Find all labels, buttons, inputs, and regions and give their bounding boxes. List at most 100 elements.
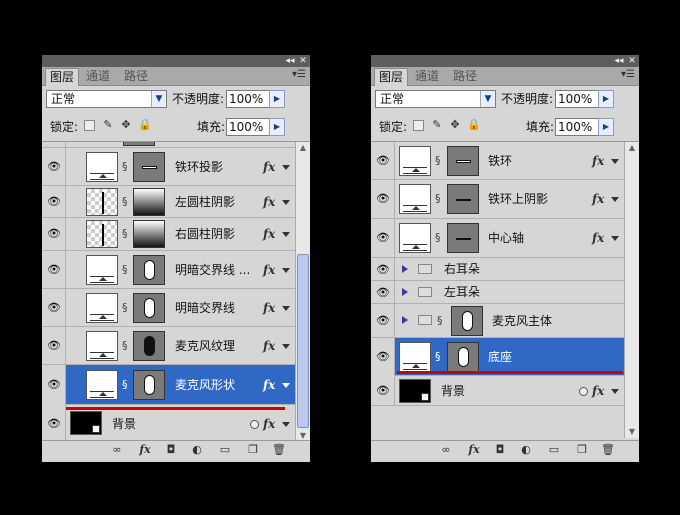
layer-name[interactable]: 麦克风纹理 — [175, 339, 235, 353]
chevron-down-icon[interactable] — [282, 306, 290, 311]
tab-layers[interactable]: 图层 — [45, 68, 80, 86]
layer-row-selected[interactable]: 👁 § 麦克风形状 fx — [42, 365, 295, 405]
layer-row[interactable]: 👁 § 右圆柱阴影 fx — [42, 218, 295, 251]
layer-row[interactable]: 👁 § 铁环上阴影 fx — [371, 180, 624, 219]
eye-icon[interactable]: 👁 — [47, 228, 61, 239]
layer-row[interactable]: 👁 § 麦克风纹理 fx — [42, 327, 295, 365]
opacity-slider-button[interactable]: ▶ — [269, 90, 285, 108]
fill-input[interactable]: 100% — [555, 118, 599, 136]
fx-icon[interactable]: fx — [592, 232, 604, 244]
fx-icon[interactable]: fx — [263, 302, 275, 314]
new-layer-icon[interactable]: ❐ — [246, 444, 260, 456]
fill-slider-button[interactable]: ▶ — [269, 118, 285, 136]
opacity-input[interactable]: 100% — [226, 90, 270, 108]
group-row[interactable]: 👁 § 麦克风主体 — [371, 304, 624, 338]
collapse-icon[interactable]: ◂◂ — [613, 55, 625, 67]
chevron-down-icon[interactable] — [282, 422, 290, 427]
fx-icon[interactable]: fx — [263, 161, 275, 173]
lock-brush-icon[interactable]: ✎ — [102, 119, 114, 131]
group-row[interactable]: 👁 左耳朵 — [371, 281, 624, 304]
eye-icon[interactable]: 👁 — [376, 264, 390, 275]
layer-name[interactable]: 背景 — [112, 417, 136, 431]
scroll-down-icon[interactable]: ▼ — [626, 427, 638, 437]
eye-icon[interactable]: 👁 — [47, 418, 61, 429]
tab-channels[interactable]: 通道 — [82, 68, 114, 85]
layer-name[interactable]: 明暗交界线 — [175, 301, 235, 315]
layer-row[interactable]: 👁 § 铁环 fx — [371, 142, 624, 180]
fx-icon[interactable]: fx — [263, 196, 275, 208]
layer-row-background[interactable]: 👁 背景 fx — [371, 376, 624, 406]
layer-name[interactable]: 铁环投影 — [175, 160, 223, 174]
close-icon[interactable]: ✕ — [297, 55, 309, 67]
layer-name[interactable]: 麦克风主体 — [492, 314, 552, 328]
scroll-up-icon[interactable]: ▲ — [626, 143, 638, 153]
eye-icon[interactable]: 👁 — [376, 351, 390, 362]
layer-name[interactable]: 左耳朵 — [444, 285, 480, 299]
eye-icon[interactable]: 👁 — [376, 232, 390, 243]
fx-icon[interactable]: fx — [592, 193, 604, 205]
blend-mode-select[interactable]: 正常 ▼ — [375, 90, 496, 108]
layer-name[interactable]: 底座 — [488, 350, 512, 364]
layer-name[interactable]: 铁环上阴影 — [488, 192, 548, 206]
layer-name[interactable]: 铁环 — [488, 154, 512, 168]
scroll-up-icon[interactable]: ▲ — [297, 143, 309, 153]
chevron-down-icon[interactable]: ▼ — [480, 91, 495, 107]
chevron-down-icon[interactable] — [282, 232, 290, 237]
chevron-down-icon[interactable] — [282, 383, 290, 388]
layer-row[interactable]: 👁 § 左圆柱阴影 fx — [42, 186, 295, 218]
tab-channels[interactable]: 通道 — [411, 68, 443, 85]
scrollbar-thumb[interactable] — [297, 254, 309, 428]
chevron-down-icon[interactable] — [282, 268, 290, 273]
eye-icon[interactable]: 👁 — [376, 385, 390, 396]
chevron-down-icon[interactable] — [282, 165, 290, 170]
eye-icon[interactable]: 👁 — [47, 264, 61, 275]
add-style-icon[interactable]: fx — [137, 444, 153, 456]
lock-move-icon[interactable]: ✥ — [120, 119, 132, 131]
lock-transparent-icon[interactable] — [84, 120, 95, 131]
tab-paths[interactable]: 路径 — [120, 68, 152, 85]
chevron-down-icon[interactable] — [282, 200, 290, 205]
new-layer-icon[interactable]: ❐ — [575, 444, 589, 456]
layers-scrollbar[interactable]: ▲ ▼ — [295, 142, 310, 442]
layers-scrollbar[interactable]: ▲ ▼ — [624, 142, 639, 438]
fx-icon[interactable]: fx — [592, 385, 604, 397]
fx-icon[interactable]: fx — [263, 228, 275, 240]
lock-brush-icon[interactable]: ✎ — [431, 119, 443, 131]
new-group-icon[interactable]: ▭ — [547, 444, 561, 456]
chevron-down-icon[interactable] — [611, 236, 619, 241]
adjustment-layer-icon[interactable]: ◐ — [190, 444, 204, 456]
lock-transparent-icon[interactable] — [413, 120, 424, 131]
close-icon[interactable]: ✕ — [626, 55, 638, 67]
expand-arrow-icon[interactable] — [402, 265, 408, 273]
fx-icon[interactable]: fx — [592, 155, 604, 167]
fx-icon[interactable]: fx — [263, 379, 275, 391]
trash-icon[interactable]: 🗑 — [272, 444, 286, 456]
layer-name[interactable]: 背景 — [441, 384, 465, 398]
tab-layers[interactable]: 图层 — [374, 68, 409, 86]
eye-icon[interactable]: 👁 — [47, 196, 61, 207]
chevron-down-icon[interactable] — [282, 344, 290, 349]
group-row[interactable]: 👁 右耳朵 — [371, 258, 624, 281]
layer-name[interactable]: 右耳朵 — [444, 262, 480, 276]
chevron-down-icon[interactable]: ▼ — [151, 91, 166, 107]
eye-icon[interactable]: 👁 — [47, 340, 61, 351]
lock-move-icon[interactable]: ✥ — [449, 119, 461, 131]
opacity-slider-button[interactable]: ▶ — [598, 90, 614, 108]
eye-icon[interactable]: 👁 — [376, 193, 390, 204]
opacity-input[interactable]: 100% — [555, 90, 599, 108]
panel-menu-icon[interactable]: ▾☰ — [292, 69, 306, 80]
chevron-down-icon[interactable] — [611, 197, 619, 202]
layer-name[interactable]: 麦克风形状 — [175, 378, 235, 392]
link-layers-icon[interactable]: ∞ — [108, 444, 126, 456]
eye-icon[interactable]: 👁 — [47, 161, 61, 172]
layer-row[interactable]: 👁 § 明暗交界线 fx — [42, 289, 295, 327]
add-mask-icon[interactable]: ◘ — [493, 444, 507, 456]
add-style-icon[interactable]: fx — [466, 444, 482, 456]
layer-name[interactable]: 左圆柱阴影 — [175, 195, 235, 209]
chevron-down-icon[interactable] — [611, 389, 619, 394]
layer-name[interactable]: 右圆柱阴影 — [175, 227, 235, 241]
expand-arrow-icon[interactable] — [402, 288, 408, 296]
layer-row[interactable]: 👁 § 中心轴 fx — [371, 219, 624, 258]
eye-icon[interactable]: 👁 — [376, 287, 390, 298]
panel-menu-icon[interactable]: ▾☰ — [621, 69, 635, 80]
